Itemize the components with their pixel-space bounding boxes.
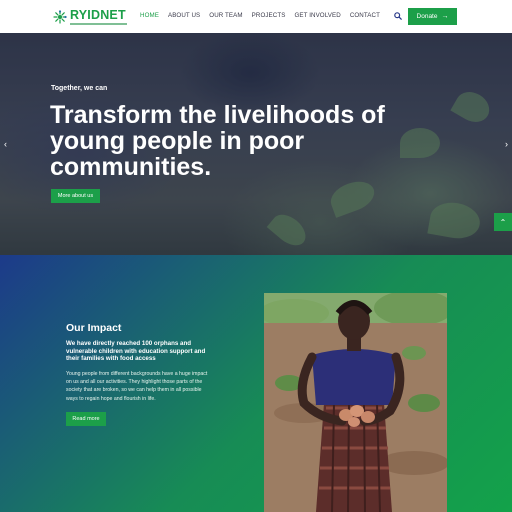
nav-projects[interactable]: PROJECTS [252,12,286,19]
main-nav: HOME ABOUT US OUR TEAM PROJECTS GET INVO… [140,12,389,19]
logo-text: RYIDNET [70,8,126,22]
impact-body: Young people from different backgrounds … [66,371,208,402]
chevron-right-icon[interactable]: › [505,139,508,149]
read-more-button[interactable]: Read more [66,412,106,426]
donate-button[interactable]: Donate → [408,8,457,25]
arrow-right-icon: → [441,13,449,20]
logo-icon [53,10,67,24]
nav-about-us[interactable]: ABOUT US [168,12,200,19]
site-header: RYIDNET HOME ABOUT US OUR TEAM PROJECTS … [0,0,512,33]
search-icon[interactable] [394,12,402,20]
more-about-us-button[interactable]: More about us [51,189,100,203]
impact-subtitle: We have directly reached 100 orphans and… [66,340,206,362]
donate-label: Donate [416,13,438,20]
impact-photo [264,293,447,512]
nav-home[interactable]: HOME [140,12,159,19]
chevron-up-icon: ⌃ [499,217,507,227]
hero-section: Together, we can Transform the livelihoo… [0,33,512,255]
hero-title: Transform the livelihoods of young peopl… [50,101,385,181]
nav-our-team[interactable]: OUR TEAM [209,12,242,19]
chevron-left-icon[interactable]: ‹ [4,139,7,149]
nav-get-involved[interactable]: GET INVOLVED [294,12,340,19]
hero-eyebrow: Together, we can [51,85,108,92]
site-logo[interactable]: RYIDNET [53,9,127,25]
scroll-to-top-button[interactable]: ⌃ [494,213,512,231]
logo-tagline [70,22,127,25]
impact-section: Our Impact We have directly reached 100 … [0,255,512,512]
nav-contact[interactable]: CONTACT [350,12,380,19]
impact-title: Our Impact [66,322,122,334]
child-holding-potatoes-image [264,293,447,512]
